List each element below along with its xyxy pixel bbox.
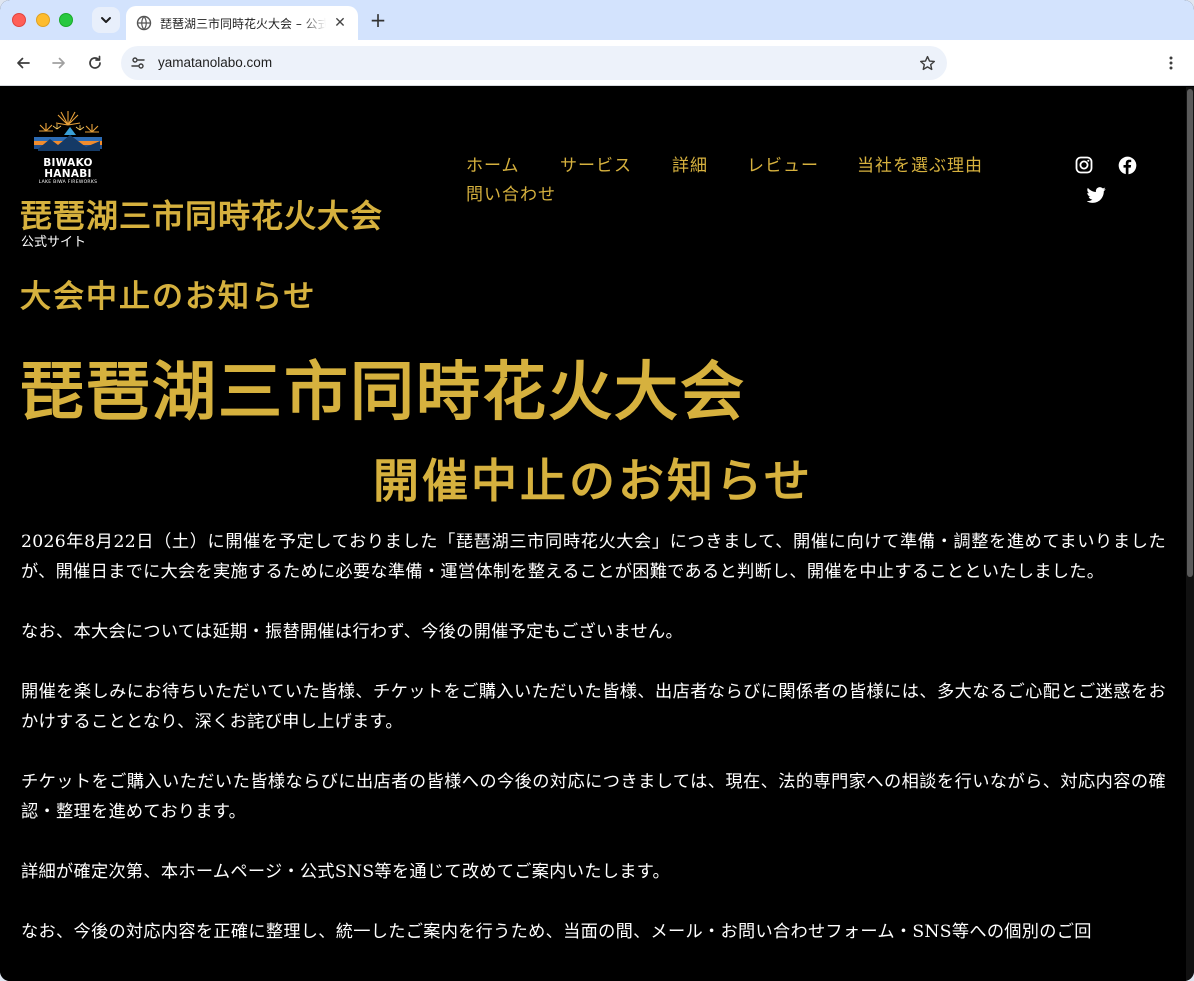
reload-button[interactable] [83,51,107,75]
url-text: yamatanolabo.com [158,55,273,70]
logo-text-tagline: LAKE BIWA FIREWORKS [38,180,98,185]
globe-icon [136,15,152,31]
nav-link-details[interactable]: 詳細 [672,151,708,176]
arrow-left-icon [17,57,30,69]
forward-button[interactable] [47,51,71,75]
cancellation-heading: 開催中止のお知らせ [372,454,814,508]
instagram-icon[interactable] [1074,155,1094,175]
tab-strip: 琵琶湖三市同時花火大会 – 公式サイト ✕ + [0,0,1194,40]
tab-search-button[interactable] [92,7,120,33]
site-info-icon[interactable] [129,54,147,72]
site-subtitle: 公式サイト [21,235,87,250]
twitter-icon[interactable] [1086,185,1106,205]
zoom-window-button[interactable] [59,13,73,27]
logo-text-hanabi: HANABI [44,168,92,180]
new-tab-button[interactable]: + [366,8,390,32]
paragraph: チケットをご購入いただいた皆様ならびに出店者の皆様への今後の対応につきましては、… [21,772,1166,822]
scrollbar-thumb[interactable] [1187,89,1193,577]
close-tab-icon[interactable]: ✕ [332,15,348,31]
more-vert-icon [1169,56,1173,70]
back-button[interactable] [11,51,35,75]
browser-toolbar: yamatanolabo.com [0,40,1194,86]
page-scrollbar[interactable] [1186,87,1194,981]
active-tab[interactable]: 琵琶湖三市同時花火大会 – 公式サイト ✕ [126,6,358,40]
chevron-down-icon [101,17,111,23]
nav-link-home[interactable]: ホーム [466,151,520,176]
browser-window: 琵琶湖三市同時花火大会 – 公式サイト ✕ + yamatanolabo.com [0,0,1194,981]
paragraph: 開催を楽しみにお待ちいただいていた皆様、チケットをご購入いただいた皆様、出店者な… [21,682,1166,732]
bookmark-star-icon[interactable] [917,53,937,73]
facebook-icon[interactable] [1117,155,1137,175]
browser-menu-button[interactable] [1160,51,1182,75]
nav-link-contact[interactable]: 問い合わせ [466,180,556,205]
fireworks-logo-icon [34,111,102,151]
arrow-right-icon [52,57,65,69]
paragraph: 2026年8月22日（土）に開催を予定しておりました「琵琶湖三市同時花火大会」に… [21,532,1166,582]
notice-heading: 大会中止のお知らせ [20,279,317,315]
paragraph: なお、今後の対応内容を正確に整理し、統一したご案内を行うため、当面の間、メール・… [21,922,1092,942]
site-logo[interactable]: BIWAKO HANABI LAKE BIWA FIREWORKS [30,105,106,187]
web-page: BIWAKO HANABI LAKE BIWA FIREWORKS 琵琶湖三市同… [0,87,1186,981]
event-heading: 琵琶湖三市同時花火大会 [20,356,746,430]
nav-link-services[interactable]: サービス [560,151,632,176]
paragraph: なお、本大会については延期・振替開催は行わず、今後の開催予定もございません。 [21,622,683,642]
nav-link-why-us[interactable]: 当社を選ぶ理由 [857,151,983,176]
tab-title: 琵琶湖三市同時花火大会 – 公式サイト [160,16,326,31]
nav-link-reviews[interactable]: レビュー [747,151,819,176]
minimize-window-button[interactable] [36,13,50,27]
paragraph: 詳細が確定次第、本ホームページ・公式SNS等を通じて改めてご案内いたします。 [21,862,670,882]
reload-icon [89,55,101,69]
notice-body: 2026年8月22日（土）に開催を予定しておりました「琵琶湖三市同時花火大会」に… [21,527,1166,977]
close-window-button[interactable] [12,13,26,27]
address-bar[interactable]: yamatanolabo.com [121,46,947,80]
